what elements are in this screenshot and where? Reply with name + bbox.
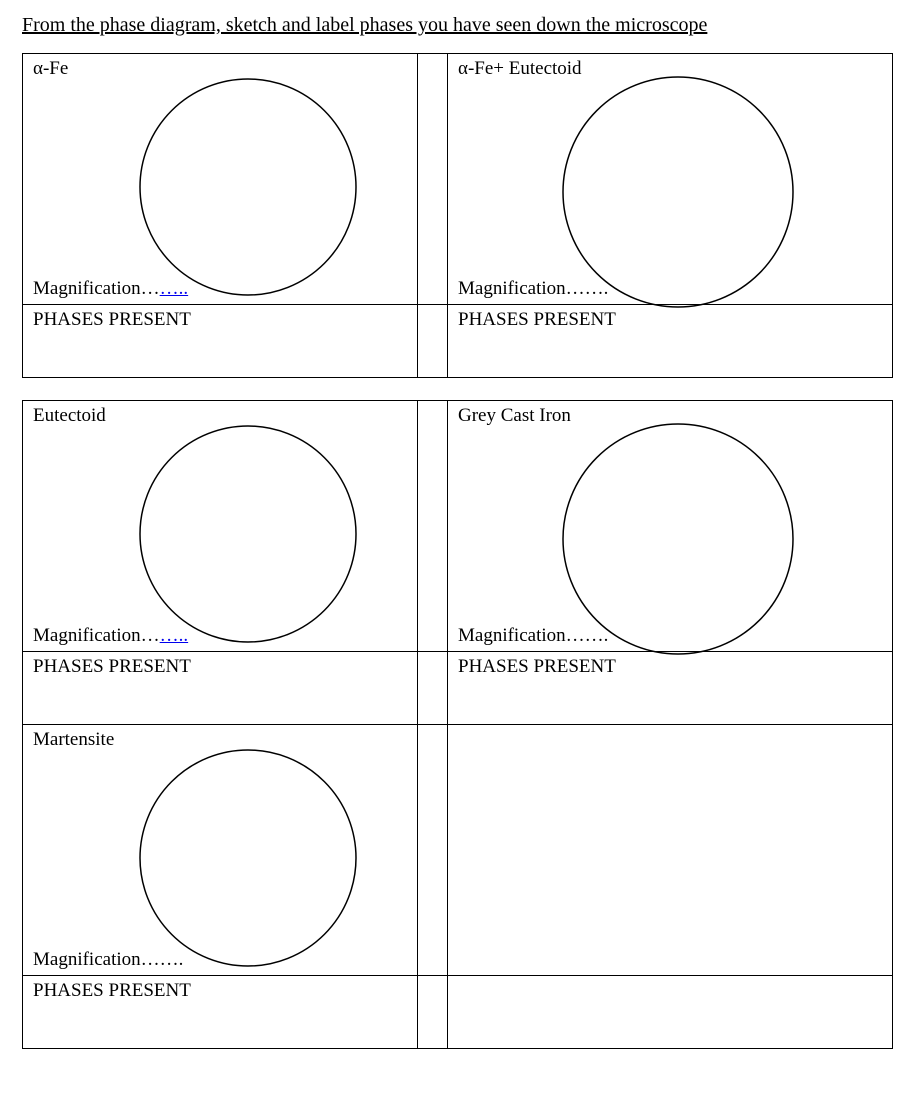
cell-title-r2c2: Grey Cast Iron	[458, 405, 571, 428]
phases-cell-r3c2-empty	[448, 976, 893, 1049]
worksheet-page: From the phase diagram, sketch and label…	[0, 0, 921, 1101]
microscope-field-circle	[558, 72, 798, 312]
microscope-field-circle	[133, 743, 363, 973]
cell-title-r3c1: Martensite	[33, 729, 114, 752]
observation-table-1: α-Fe Magnification…….. α-Fe+ Eutectoid M…	[22, 53, 893, 378]
phases-cell-r2c2: PHASES PRESENT	[448, 652, 893, 725]
microscope-field-circle	[558, 419, 798, 659]
spacer-cell	[418, 976, 448, 1049]
spacer-cell	[418, 305, 448, 378]
spacer-cell	[418, 652, 448, 725]
observation-table-2: Eutectoid Magnification…….. Grey Cast Ir…	[22, 400, 893, 1049]
magnification-link-dots[interactable]: …..	[160, 278, 189, 299]
microscope-field-circle	[133, 419, 363, 649]
magnification-row: Magnification……..	[33, 625, 188, 647]
spacer-cell	[418, 401, 448, 652]
spacer-cell	[418, 54, 448, 305]
spacer-cell	[418, 725, 448, 976]
magnification-row: Magnification…….	[458, 625, 608, 647]
magnification-label: Magnification…	[458, 278, 585, 299]
magnification-label: Magnification…	[33, 278, 160, 299]
phases-cell-r1c2: PHASES PRESENT	[448, 305, 893, 378]
magnification-label: Magnification…	[33, 949, 160, 970]
magnification-plain-dots: ….	[585, 625, 609, 646]
magnification-link-dots[interactable]: …..	[160, 625, 189, 646]
magnification-plain-dots: ….	[160, 949, 184, 970]
magnification-row: Magnification……..	[33, 278, 188, 300]
phases-present-label: PHASES PRESENT	[23, 652, 417, 682]
sketch-cell-r2c2: Grey Cast Iron Magnification…….	[448, 401, 893, 652]
cell-title-r1c1: α-Fe	[33, 58, 68, 81]
phases-present-label: PHASES PRESENT	[23, 305, 417, 335]
magnification-row: Magnification…….	[33, 949, 183, 971]
magnification-label: Magnification…	[33, 625, 160, 646]
magnification-label: Magnification…	[458, 625, 585, 646]
cell-title-r2c1: Eutectoid	[33, 405, 106, 428]
sketch-cell-r2c1: Eutectoid Magnification……..	[23, 401, 418, 652]
magnification-plain-dots: ….	[585, 278, 609, 299]
phases-cell-r1c1: PHASES PRESENT	[23, 305, 418, 378]
magnification-row: Magnification…….	[458, 278, 608, 300]
sketch-cell-r1c2: α-Fe+ Eutectoid Magnification…….	[448, 54, 893, 305]
sketch-cell-r1c1: α-Fe Magnification……..	[23, 54, 418, 305]
phases-cell-r3c1: PHASES PRESENT	[23, 976, 418, 1049]
sketch-cell-r3c1: Martensite Magnification…….	[23, 725, 418, 976]
microscope-field-circle	[133, 72, 363, 302]
sketch-cell-r3c2-empty	[448, 725, 893, 976]
phases-present-label: PHASES PRESENT	[23, 976, 417, 1006]
worksheet-title: From the phase diagram, sketch and label…	[22, 14, 899, 37]
phases-cell-r2c1: PHASES PRESENT	[23, 652, 418, 725]
